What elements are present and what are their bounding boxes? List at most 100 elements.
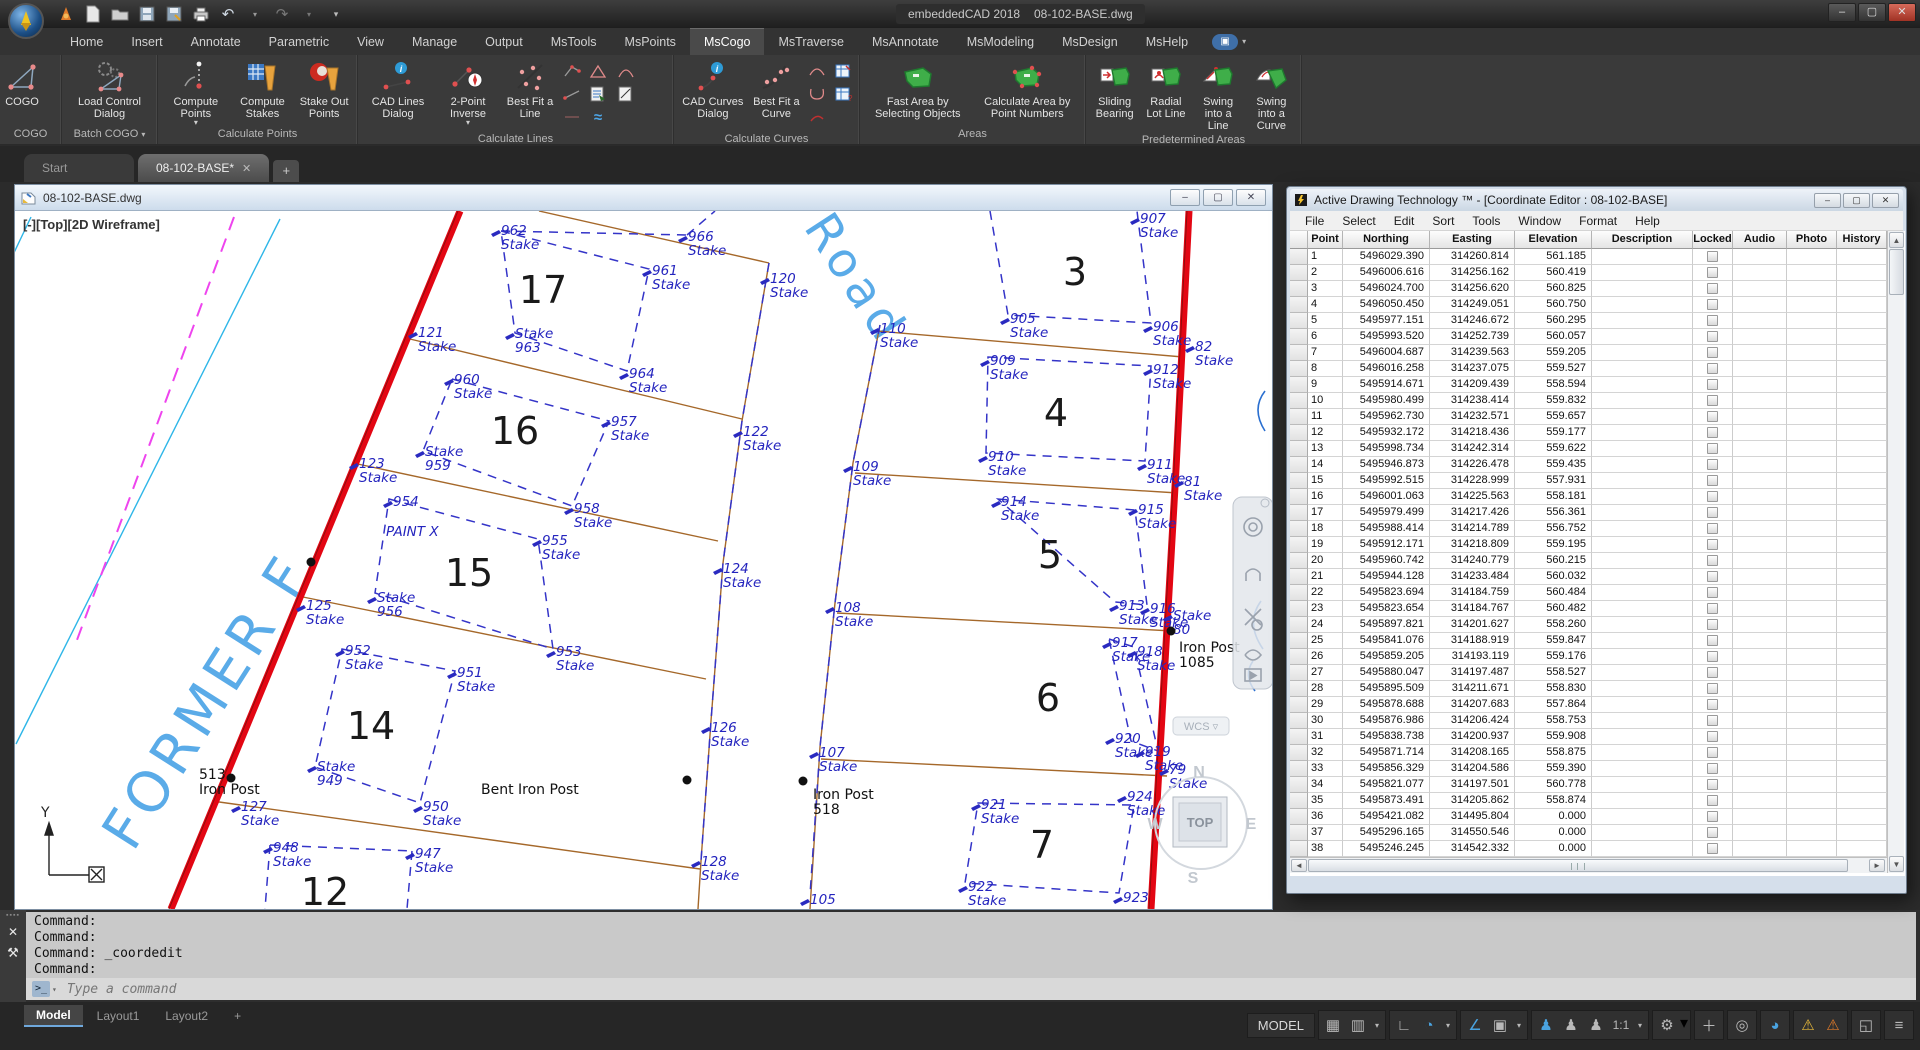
warning-icon-1[interactable]: ⚠ [1796,1013,1820,1037]
table-row-point-30[interactable]: 305495876.986314206.424558.753 [1290,713,1905,729]
table-row-point-24[interactable]: 245495897.821314201.627558.260 [1290,617,1905,633]
locked-checkbox[interactable] [1707,507,1718,518]
column-header-audio[interactable]: Audio [1733,231,1787,249]
ribbon-tab-mstools[interactable]: MsTools [537,28,611,55]
dwg-restore-button[interactable]: ▢ [1203,189,1233,206]
osnap-icon[interactable]: ▣ [1488,1013,1512,1037]
curve-table-icon-1[interactable] [832,61,854,81]
isodraft-icon[interactable]: ∠ [1463,1013,1487,1037]
table-row-point-36[interactable]: 365495421.082314495.8040.000 [1290,809,1905,825]
open-folder-icon[interactable] [110,4,130,24]
table-row-point-18[interactable]: 185495988.414314214.789556.752 [1290,521,1905,537]
locked-checkbox[interactable] [1707,683,1718,694]
undo-dropdown-icon[interactable]: ▾ [245,4,265,24]
table-row-point-4[interactable]: 45496050.450314249.051560.750 [1290,297,1905,313]
locked-checkbox[interactable] [1707,283,1718,294]
polar-dropdown-icon[interactable]: ▾ [1442,1013,1454,1037]
line-tool-icon-3[interactable] [561,107,583,127]
scroll-left-button[interactable]: ◄ [1291,859,1307,872]
scale-dropdown-icon[interactable]: ▾ [1634,1013,1646,1037]
table-row-point-9[interactable]: 95495914.671314209.439558.594 [1290,377,1905,393]
polar-tracking-icon[interactable]: ◔ [1417,1013,1441,1037]
swing-into-curve-button[interactable]: Swing into a Curve [1245,57,1298,132]
application-menu-button[interactable] [8,3,44,39]
locked-checkbox[interactable] [1707,811,1718,822]
table-row-point-7[interactable]: 75496004.687314239.563559.205 [1290,345,1905,361]
load-control-dialog-button[interactable]: Load Control Dialog [65,57,154,126]
table-row-point-3[interactable]: 35496024.700314256.620560.825 [1290,281,1905,297]
table-row-point-14[interactable]: 145495946.873314226.478559.435 [1290,457,1905,473]
table-row-point-28[interactable]: 285495895.509314211.671558.830 [1290,681,1905,697]
ortho-mode-icon[interactable]: ∟ [1392,1013,1416,1037]
column-header-easting[interactable]: Easting [1430,231,1515,249]
save-as-icon[interactable] [164,4,184,24]
best-fit-curve-button[interactable]: Best Fit a Curve [749,57,804,131]
command-grip[interactable]: ▪▪▪▪ [6,912,20,919]
report-tool-icon-2[interactable] [615,84,637,104]
print-icon[interactable] [191,4,211,24]
report-tool-icon-1[interactable] [587,84,609,104]
table-row-point-38[interactable]: 385495246.245314542.3320.000 [1290,841,1905,857]
layout-tab-model[interactable]: Model [24,1005,83,1027]
ribbon-tab-mstraverse[interactable]: MsTraverse [764,28,858,55]
drawing-canvas[interactable]: [-][Top][2D Wireframe] FORMER FRoad [15,211,1272,909]
restore-button[interactable]: ▢ [1858,3,1886,22]
dwg-close-button[interactable]: ✕ [1236,189,1266,206]
locked-checkbox[interactable] [1707,459,1718,470]
locked-checkbox[interactable] [1707,379,1718,390]
command-history[interactable]: Command:Command:Command: _coordeditComma… [26,912,1916,978]
locked-checkbox[interactable] [1707,411,1718,422]
editor-menu-select[interactable]: Select [1333,214,1384,228]
squiggle-tool-icon[interactable]: ≈ [587,107,609,127]
table-row-point-23[interactable]: 235495823.654314184.767560.482 [1290,601,1905,617]
navigation-bar[interactable] [1233,497,1272,689]
table-row-point-13[interactable]: 135495998.734314242.314559.622 [1290,441,1905,457]
locked-checkbox[interactable] [1707,731,1718,742]
editor-menu-window[interactable]: Window [1509,214,1570,228]
column-header-elevation[interactable]: Elevation [1515,231,1592,249]
minimize-button[interactable]: – [1828,3,1856,22]
fast-area-button[interactable]: Fast Area by Selecting Objects [863,57,973,126]
locked-checkbox[interactable] [1707,635,1718,646]
tab-active-drawing[interactable]: 08-102-BASE*✕ [138,154,269,182]
editor-menu-help[interactable]: Help [1626,214,1669,228]
ribbon-tab-view[interactable]: View [343,28,398,55]
cad-curves-dialog-button[interactable]: i CAD Curves Dialog [677,57,749,131]
locked-checkbox[interactable] [1707,539,1718,550]
isolate-objects-icon[interactable]: ◎ [1730,1013,1754,1037]
table-row-point-27[interactable]: 275495880.047314197.487558.527 [1290,665,1905,681]
qat-customize-icon[interactable]: ▾ [326,4,346,24]
table-row-point-10[interactable]: 105495980.499314238.414559.832 [1290,393,1905,409]
ribbon-tab-annotate[interactable]: Annotate [177,28,255,55]
table-row-point-19[interactable]: 195495912.171314218.809559.195 [1290,537,1905,553]
ribbon-tab-manage[interactable]: Manage [398,28,471,55]
ribbon-tab-mscogo[interactable]: MsCogo [690,28,765,55]
ribbon-tab-msannotate[interactable]: MsAnnotate [858,28,953,55]
close-button[interactable]: ✕ [1888,3,1916,22]
editor-menu-sort[interactable]: Sort [1423,214,1463,228]
locked-checkbox[interactable] [1707,779,1718,790]
table-row-point-20[interactable]: 205495960.742314240.779560.215 [1290,553,1905,569]
swing-into-line-button[interactable]: Swing into a Line [1192,57,1245,132]
line-tool-icon-2[interactable] [561,84,583,104]
scroll-up-button[interactable]: ▲ [1889,232,1904,248]
sliding-bearing-button[interactable]: Sliding Bearing [1089,57,1140,132]
hardware-acceleration-icon[interactable]: ◕ [1763,1013,1787,1037]
ribbon-tab-insert[interactable]: Insert [117,28,176,55]
cogo-button[interactable]: COGO [3,57,41,126]
group-label-batch-cogo[interactable]: Batch COGO ▾ [62,126,157,144]
table-row-point-21[interactable]: 215495944.128314233.484560.032 [1290,569,1905,585]
horizontal-scrollbar[interactable]: ◄ ► [1290,857,1887,873]
locked-checkbox[interactable] [1707,267,1718,278]
table-row-point-2[interactable]: 25496006.616314256.162560.419 [1290,265,1905,281]
editor-menu-format[interactable]: Format [1570,214,1626,228]
table-row-point-6[interactable]: 65495993.520314252.739560.057 [1290,329,1905,345]
editor-menu-tools[interactable]: Tools [1463,214,1509,228]
curve-tool-icon-3[interactable] [806,107,828,127]
drawing-window-titlebar[interactable]: 08-102-BASE.dwg – ▢ ✕ [15,185,1272,211]
ribbon-tab-output[interactable]: Output [471,28,537,55]
ribbon-tab-msdesign[interactable]: MsDesign [1048,28,1132,55]
locked-checkbox[interactable] [1707,571,1718,582]
tab-add-button[interactable]: + [273,160,299,182]
table-row-point-22[interactable]: 225495823.694314184.759560.484 [1290,585,1905,601]
